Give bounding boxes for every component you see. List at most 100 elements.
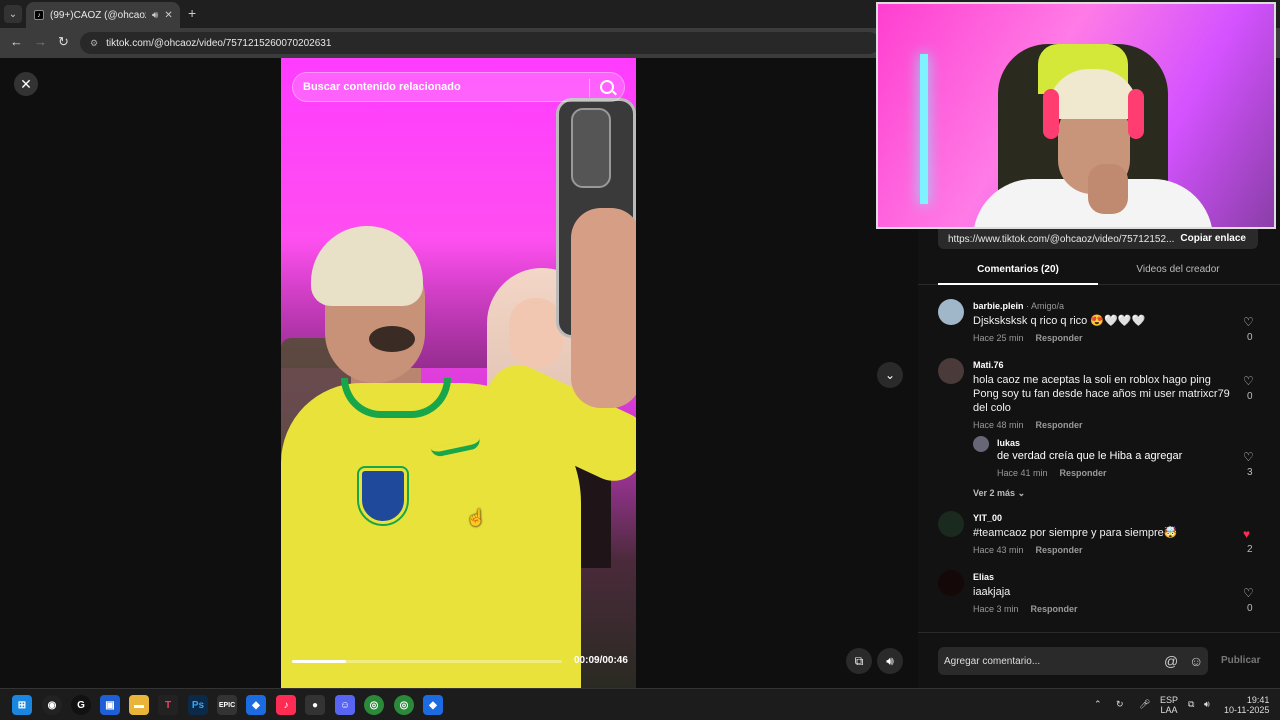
- close-tab-icon[interactable]: ✕: [164, 10, 172, 21]
- see-more-label: Ver 2 más: [973, 488, 1016, 498]
- webcam-overlay: [876, 2, 1276, 229]
- webcam-headset-left: [1043, 89, 1059, 139]
- comment-text: iaakjaja: [973, 586, 1011, 598]
- clock[interactable]: 19:41 10-11-2025: [1224, 695, 1269, 715]
- app-g-icon[interactable]: G: [71, 695, 91, 715]
- reply-button[interactable]: Responder: [1036, 545, 1083, 555]
- browser-tab[interactable]: ♪ (99+)CAOZ (@ohcaoz) | Tik 🔊︎ ✕: [26, 2, 180, 28]
- video-time: 00:09/00:46: [574, 655, 628, 666]
- app-t-icon[interactable]: T: [158, 695, 178, 715]
- comment-username[interactable]: YIT_00: [973, 513, 1002, 523]
- share-link-box: https://www.tiktok.com/@ohcaoz/video/757…: [938, 229, 1258, 249]
- heart-icon[interactable]: ♡: [1243, 450, 1254, 464]
- avatar[interactable]: [938, 299, 964, 325]
- comment-text: #teamcaoz por siempre y para siempre🤯: [973, 527, 1178, 539]
- reload-icon[interactable]: ↻: [58, 34, 69, 50]
- epic-games-icon[interactable]: EPIC: [217, 695, 237, 715]
- comment-composer: Agregar comentario... @ ☺ Publicar: [918, 632, 1280, 688]
- back-icon[interactable]: ←: [10, 34, 23, 49]
- tiktok-favicon-icon: ♪: [34, 10, 44, 20]
- refresh-icon[interactable]: ↻: [1116, 699, 1124, 709]
- comment-input[interactable]: Agregar comentario... @ ☺: [938, 647, 1208, 675]
- comment-time: Hace 43 min: [973, 545, 1024, 555]
- search-icon[interactable]: ◉: [42, 695, 62, 715]
- like-count: 0: [1247, 391, 1253, 402]
- comment-meta: Hace 25 min Responder: [973, 333, 1083, 343]
- speaker-icon[interactable]: 🔊︎: [1204, 699, 1210, 709]
- tiktok-icon[interactable]: ♪: [276, 695, 296, 715]
- comment-username[interactable]: Elias: [973, 572, 994, 582]
- heart-icon[interactable]: ♥: [1243, 527, 1250, 541]
- panel-tabs: Comentarios (20) Videos del creador: [918, 259, 1280, 285]
- webcam-headset-right: [1128, 89, 1144, 139]
- comment-username: barbie.plein: [973, 301, 1024, 311]
- heart-icon[interactable]: ♡: [1243, 374, 1254, 388]
- avatar[interactable]: [938, 358, 964, 384]
- network-icon[interactable]: ⧉: [1188, 699, 1194, 709]
- like-count: 2: [1247, 544, 1253, 555]
- copy-link-button[interactable]: Copiar enlace: [1180, 233, 1246, 244]
- tab-comments[interactable]: Comentarios (20): [938, 259, 1098, 285]
- comment-user[interactable]: barbie.plein · Amigo/a: [973, 301, 1064, 311]
- avatar[interactable]: [973, 436, 989, 452]
- folder-icon[interactable]: ▬: [129, 695, 149, 715]
- video-person-beard: [369, 326, 415, 352]
- mention-icon[interactable]: @: [1164, 653, 1178, 669]
- windows-start-icon[interactable]: ⊞: [12, 695, 32, 715]
- volume-icon[interactable]: 🔊︎: [877, 648, 903, 674]
- comment-text: hola caoz me aceptas la soli en roblox h…: [973, 374, 1230, 414]
- reply-username[interactable]: lukas: [997, 438, 1020, 448]
- comment-meta: Hace 48 min Responder: [973, 420, 1083, 430]
- related-search-input[interactable]: Buscar contenido relacionado: [292, 72, 625, 102]
- photoshop-icon[interactable]: Ps: [188, 695, 208, 715]
- discord-icon[interactable]: ☺: [335, 695, 355, 715]
- reply-button[interactable]: Responder: [1031, 604, 1078, 614]
- url-bar[interactable]: ⚙ tiktok.com/@ohcaoz/video/7571215260070…: [80, 32, 880, 54]
- comment-time: Hace 48 min: [973, 420, 1024, 430]
- webcam-hand: [1088, 164, 1128, 214]
- comment-username[interactable]: Mati.76: [973, 360, 1004, 370]
- comment-time: Hace 3 min: [973, 604, 1019, 614]
- chrome-icon-2[interactable]: ◎: [394, 695, 414, 715]
- app-blue-icon[interactable]: ◆: [246, 695, 266, 715]
- app-dot-icon[interactable]: ●: [305, 695, 325, 715]
- heart-icon[interactable]: ♡: [1243, 315, 1254, 329]
- reply-button[interactable]: Responder: [1036, 333, 1083, 343]
- chevron-up-icon[interactable]: ⌃: [1094, 699, 1102, 709]
- search-icon[interactable]: [600, 80, 614, 94]
- chevron-down-icon[interactable]: ⌄: [877, 362, 903, 388]
- emoji-icon[interactable]: ☺: [1189, 653, 1203, 669]
- site-info-icon[interactable]: ⚙: [90, 38, 98, 49]
- chevron-down-icon: ⌄: [1017, 488, 1026, 498]
- video-progress-bar[interactable]: [292, 660, 562, 663]
- reply-button[interactable]: Responder: [1036, 420, 1083, 430]
- microphone-icon[interactable]: 🎤︎: [1139, 699, 1150, 709]
- forward-icon[interactable]: →: [34, 34, 47, 49]
- comment-meta: Hace 43 min Responder: [973, 545, 1083, 555]
- video-player[interactable]: [281, 58, 636, 688]
- tab-creator-videos[interactable]: Videos del creador: [1098, 259, 1258, 285]
- close-icon[interactable]: ✕: [14, 72, 38, 96]
- reply-text: de verdad creía que le Hiba a agregar: [997, 450, 1183, 462]
- chevron-down-icon[interactable]: ⌄: [4, 5, 22, 23]
- avatar[interactable]: [938, 570, 964, 596]
- heart-icon[interactable]: ♡: [1243, 586, 1254, 600]
- comment-meta: Hace 3 min Responder: [973, 604, 1078, 614]
- new-tab-icon[interactable]: +: [188, 5, 196, 21]
- comment-time: Hace 25 min: [973, 333, 1024, 343]
- windows-taskbar: ⊞ ◉ G ▣ ▬ T Ps EPIC ◆ ♪ ● ☺ ◎ ◎ ◆ ⌃ ↻ 🎤︎…: [0, 688, 1280, 720]
- like-count: 0: [1247, 332, 1253, 343]
- app-blue-icon-2[interactable]: ◆: [423, 695, 443, 715]
- chrome-icon[interactable]: ◎: [364, 695, 384, 715]
- video-phone-camera: [571, 108, 611, 188]
- language-indicator[interactable]: ESP LAA: [1160, 695, 1178, 715]
- comment-placeholder: Agregar comentario...: [944, 655, 1041, 667]
- speaker-icon[interactable]: 🔊︎: [152, 10, 158, 21]
- see-more-replies[interactable]: Ver 2 más ⌄: [973, 488, 1025, 499]
- avatar[interactable]: [938, 511, 964, 537]
- friend-label: · Amigo/a: [1023, 301, 1065, 311]
- store-icon[interactable]: ▣: [100, 695, 120, 715]
- publish-button[interactable]: Publicar: [1221, 655, 1260, 666]
- floating-player-icon[interactable]: ⧉: [846, 648, 872, 674]
- reply-button[interactable]: Responder: [1060, 468, 1107, 478]
